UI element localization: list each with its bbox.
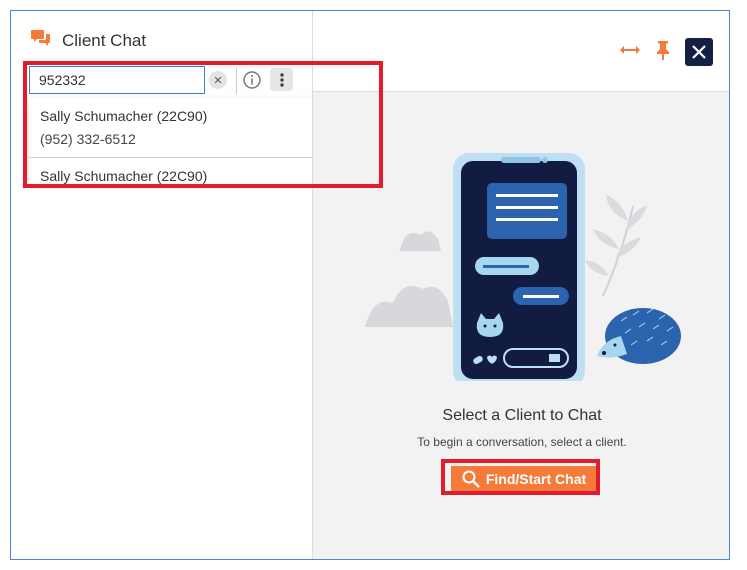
clear-icon: ✕ bbox=[209, 71, 227, 89]
right-pane: Select a Client to Chat To begin a conve… bbox=[313, 11, 729, 559]
info-button[interactable] bbox=[242, 70, 262, 90]
find-start-chat-label: Find/Start Chat bbox=[485, 471, 587, 487]
phone-illustration bbox=[365, 153, 681, 381]
left-pane: Client Chat ✕ Sally Schumacher (2 bbox=[11, 11, 378, 559]
client-chat-panel: Client Chat ✕ Sally Schumacher (2 bbox=[10, 10, 730, 560]
search-field[interactable] bbox=[29, 66, 205, 94]
expand-horizontal-icon[interactable] bbox=[619, 43, 641, 61]
find-start-chat-button[interactable]: Find/Start Chat bbox=[451, 466, 597, 492]
close-button[interactable] bbox=[685, 38, 713, 66]
toolbar-divider bbox=[236, 68, 237, 94]
info-icon bbox=[243, 71, 261, 89]
close-icon bbox=[692, 45, 706, 59]
search-icon bbox=[462, 470, 480, 488]
kebab-menu-icon bbox=[279, 72, 284, 87]
chat-bubbles-icon bbox=[31, 29, 51, 52]
empty-state-subtitle: To begin a conversation, select a client… bbox=[417, 435, 627, 449]
panel-header: Client Chat bbox=[31, 29, 146, 52]
empty-state-title: Select a Client to Chat bbox=[442, 407, 602, 424]
search-input[interactable] bbox=[30, 72, 179, 88]
panel-title: Client Chat bbox=[62, 30, 147, 50]
more-options-button[interactable] bbox=[270, 68, 293, 91]
right-header bbox=[313, 11, 729, 92]
clear-search-button[interactable]: ✕ bbox=[207, 69, 229, 91]
pin-icon[interactable] bbox=[655, 40, 671, 65]
